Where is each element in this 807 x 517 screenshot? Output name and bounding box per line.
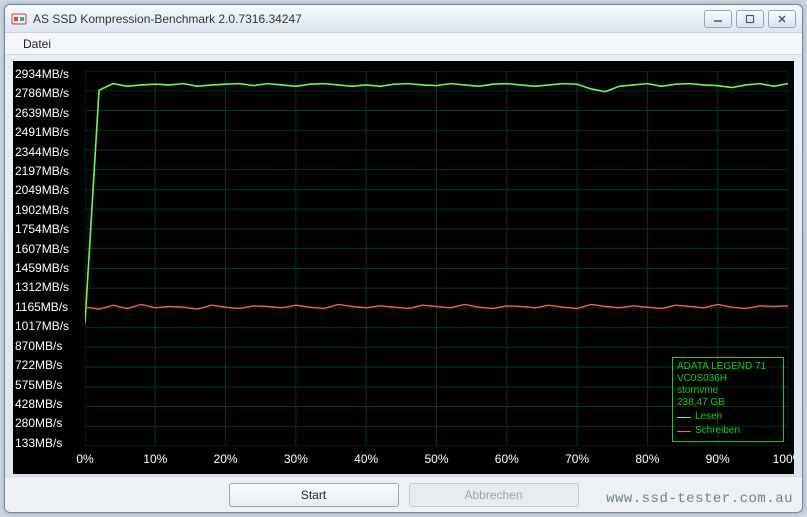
y-tick-label: 1607MB/s	[15, 242, 83, 256]
window-controls	[704, 10, 796, 28]
y-tick-label: 280MB/s	[15, 416, 83, 430]
x-tick-label: 30%	[284, 452, 308, 466]
x-tick-label: 100%	[773, 452, 794, 466]
legend-read-label: Lesen	[695, 411, 722, 423]
y-tick-label: 575MB/s	[15, 378, 83, 392]
window-title: AS SSD Kompression-Benchmark 2.0.7316.34…	[33, 12, 704, 26]
legend-firmware: VC0S036H	[677, 373, 779, 385]
y-tick-label: 133MB/s	[15, 436, 83, 450]
x-tick-label: 80%	[635, 452, 659, 466]
legend-box: ADATA LEGEND 71 VC0S036H stornvme 238,47…	[672, 357, 784, 442]
titlebar[interactable]: AS SSD Kompression-Benchmark 2.0.7316.34…	[5, 5, 802, 33]
cancel-button: Abbrechen	[409, 483, 579, 507]
y-tick-label: 722MB/s	[15, 358, 83, 372]
y-tick-label: 2049MB/s	[15, 183, 83, 197]
y-tick-label: 2934MB/s	[15, 67, 83, 81]
x-tick-label: 60%	[495, 452, 519, 466]
legend-write: Schreiben	[677, 425, 779, 437]
x-tick-label: 50%	[424, 452, 448, 466]
menu-datei[interactable]: Datei	[15, 35, 59, 53]
x-tick-label: 40%	[354, 452, 378, 466]
y-tick-label: 2491MB/s	[15, 125, 83, 139]
y-tick-label: 2344MB/s	[15, 145, 83, 159]
legend-read: Lesen	[677, 411, 779, 423]
app-icon	[11, 11, 27, 27]
y-tick-label: 1902MB/s	[15, 203, 83, 217]
menubar: Datei	[5, 33, 802, 55]
close-button[interactable]	[768, 10, 796, 28]
x-tick-label: 70%	[565, 452, 589, 466]
app-window: AS SSD Kompression-Benchmark 2.0.7316.34…	[4, 4, 803, 513]
y-tick-label: 1459MB/s	[15, 261, 83, 275]
legend-write-swatch	[677, 431, 691, 432]
y-tick-label: 2197MB/s	[15, 164, 83, 178]
legend-device: ADATA LEGEND 71	[677, 361, 779, 373]
maximize-button[interactable]	[736, 10, 764, 28]
x-axis-labels: 0%10%20%30%40%50%60%70%80%90%100%	[85, 452, 788, 470]
y-tick-label: 1312MB/s	[15, 280, 83, 294]
legend-capacity: 238,47 GB	[677, 397, 779, 409]
start-button[interactable]: Start	[229, 483, 399, 507]
chart-area: 2934MB/s 2786MB/s 2639MB/s 2491MB/s 2344MB/s…	[13, 61, 794, 474]
y-tick-label: 1165MB/s	[15, 300, 83, 314]
legend-write-label: Schreiben	[695, 425, 740, 437]
button-row: Start Abbrechen	[5, 476, 802, 512]
minimize-button[interactable]	[704, 10, 732, 28]
x-tick-label: 0%	[76, 452, 93, 466]
y-tick-label: 428MB/s	[15, 397, 83, 411]
x-tick-label: 20%	[214, 452, 238, 466]
x-tick-label: 90%	[706, 452, 730, 466]
legend-read-swatch	[677, 417, 691, 418]
y-tick-label: 2786MB/s	[15, 86, 83, 100]
y-tick-label: 1017MB/s	[15, 319, 83, 333]
y-tick-label: 2639MB/s	[15, 106, 83, 120]
y-tick-label: 870MB/s	[15, 339, 83, 353]
x-tick-label: 10%	[143, 452, 167, 466]
y-tick-label: 1754MB/s	[15, 222, 83, 236]
legend-driver: stornvme	[677, 385, 779, 397]
y-axis-labels: 2934MB/s 2786MB/s 2639MB/s 2491MB/s 2344MB/s…	[15, 67, 83, 450]
